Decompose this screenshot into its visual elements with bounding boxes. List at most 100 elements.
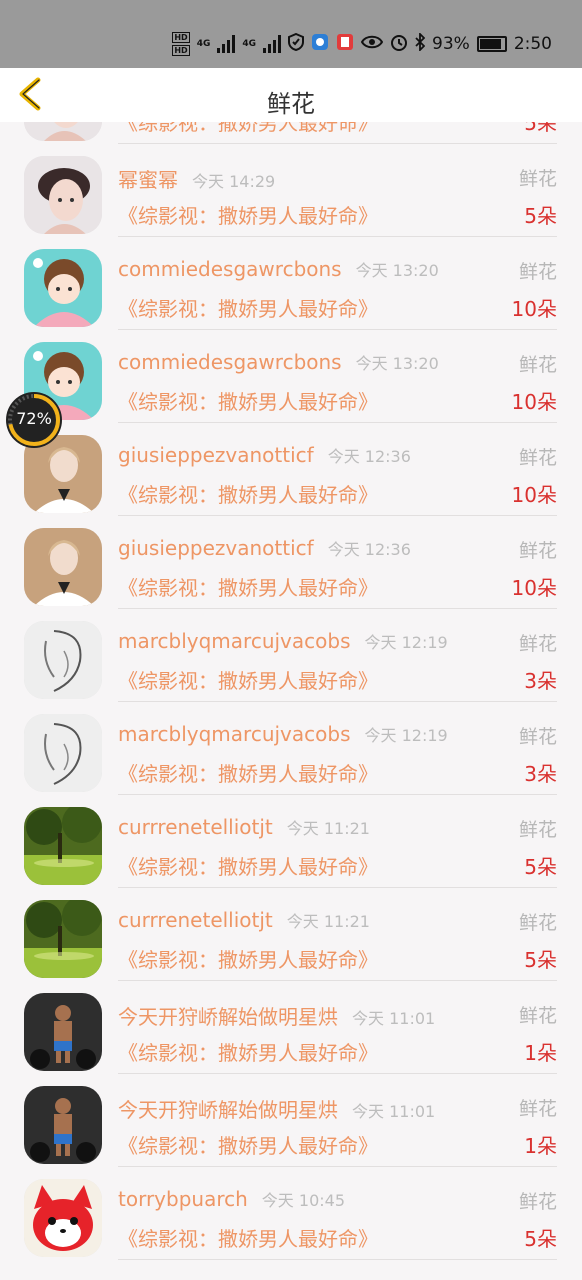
flower-count: 3朵 bbox=[524, 762, 557, 786]
divider bbox=[118, 143, 557, 144]
record-time: 今天 13:20 bbox=[355, 354, 439, 373]
book-title: 《综影视：撒娇男人最好命》 bbox=[118, 855, 378, 879]
book-title: 《综影视：撒娇男人最好命》 bbox=[118, 297, 378, 321]
divider bbox=[118, 422, 557, 423]
user-name: marcblyqmarcujvacobs 今天 12:19 bbox=[118, 629, 448, 653]
flower-record-list[interactable]: 幂蜜幂今天 14:30鲜花《综影视：撒娇男人最好命》5朵幂蜜幂今天 14:29鲜… bbox=[0, 122, 582, 1280]
divider bbox=[118, 329, 557, 330]
book-title: 《综影视：撒娇男人最好命》 bbox=[118, 1227, 378, 1251]
record-time: 今天 11:01 bbox=[352, 1009, 436, 1028]
record-time: 今天 11:01 bbox=[352, 1102, 436, 1121]
list-item[interactable]: marcblyqmarcujvacobs 今天 12:19 鲜花 《综影视：撒娇男人最… bbox=[0, 708, 582, 801]
progress-text: 72% bbox=[16, 409, 52, 428]
book-title: 《综影视：撒娇男人最好命》 bbox=[118, 483, 378, 507]
list-item[interactable]: torrybpuarch 今天 10:45 鲜花 《综影视：撒娇男人最好命》 5朵 bbox=[0, 1173, 582, 1266]
reward-type: 鲜花 bbox=[518, 354, 557, 376]
avatar[interactable] bbox=[24, 156, 102, 234]
avatar[interactable] bbox=[24, 1086, 102, 1164]
header-bar: 鲜花 bbox=[0, 68, 582, 122]
reward-type: 鲜花 bbox=[518, 447, 557, 469]
book-title: 《综影视：撒娇男人最好命》 bbox=[118, 948, 378, 972]
reward-type: 鲜花 bbox=[518, 540, 557, 562]
flower-count: 5朵 bbox=[524, 204, 557, 228]
flower-count: 1朵 bbox=[524, 1134, 557, 1158]
flower-count: 5朵 bbox=[524, 1227, 557, 1251]
bluetooth-icon bbox=[415, 31, 426, 55]
record-time: 今天 12:19 bbox=[364, 633, 448, 652]
avatar[interactable] bbox=[24, 993, 102, 1071]
flower-count: 1朵 bbox=[524, 1041, 557, 1065]
record-time: 今天 10:45 bbox=[261, 1191, 345, 1210]
divider bbox=[118, 1259, 557, 1260]
book-title: 《综影视：撒娇男人最好命》 bbox=[118, 204, 378, 228]
flower-count: 10朵 bbox=[511, 483, 557, 507]
book-title: 《综影视：撒娇男人最好命》 bbox=[118, 576, 378, 600]
list-item[interactable]: 幂蜜幂 今天 14:29 鲜花《综影视：撒娇男人最好命》 5朵 bbox=[0, 150, 582, 243]
reward-type: 鲜花 bbox=[518, 1098, 557, 1120]
vpn-shield-icon bbox=[288, 32, 305, 55]
alarm-icon bbox=[390, 33, 408, 55]
avatar[interactable] bbox=[24, 900, 102, 978]
book-title: 《综影视：撒娇男人最好命》 bbox=[118, 122, 378, 135]
avatar[interactable] bbox=[24, 249, 102, 327]
list-item[interactable]: giusieppezvanotticf 今天 12:36 鲜花 《综影视：撒娇男人最好… bbox=[0, 522, 582, 615]
flower-count: 10朵 bbox=[511, 576, 557, 600]
battery-percent: 93% bbox=[432, 34, 470, 54]
network-type-2: 4G bbox=[242, 38, 257, 49]
list-item[interactable]: commiedesgawrcbons 今天 13:20 鲜花《综影视：撒娇男人最好命… bbox=[0, 243, 582, 336]
avatar[interactable] bbox=[24, 122, 102, 141]
hd-indicator: HD HD bbox=[172, 32, 190, 56]
clock: 2:50 bbox=[513, 34, 552, 54]
list-item[interactable]: currrenetelliotjt 今天 11:21 鲜花 《综影视：撒娇男人最好命》… bbox=[0, 801, 582, 894]
reward-type: 鲜花 bbox=[518, 633, 557, 655]
list-item[interactable]: 今天开狩峤解始做明星烘 今天 11:01 鲜花《综影视：撒娇男人最好命》 1朵 bbox=[0, 987, 582, 1080]
book-title: 《综影视：撒娇男人最好命》 bbox=[118, 762, 378, 786]
avatar[interactable] bbox=[24, 1179, 102, 1257]
reward-type: 鲜花 bbox=[518, 912, 557, 934]
divider bbox=[118, 236, 557, 237]
divider bbox=[118, 608, 557, 609]
flower-count: 10朵 bbox=[511, 297, 557, 321]
list-item[interactable]: commiedesgawrcbons 今天 13:20 鲜花 《综影视：撒娇男人最好命… bbox=[0, 336, 582, 429]
record-time: 今天 12:36 bbox=[327, 540, 411, 559]
record-time: 今天 11:21 bbox=[286, 819, 370, 838]
user-name: giusieppezvanotticf 今天 12:36 bbox=[118, 443, 411, 467]
user-name: 今天开狩峤解始做明星烘 今天 11:01 bbox=[118, 1005, 436, 1029]
list-item[interactable]: marcblyqmarcujvacobs 今天 12:19 鲜花 《综影视：撒娇男人最… bbox=[0, 615, 582, 708]
network-type-1: 4G bbox=[196, 38, 211, 49]
record-time: 今天 13:20 bbox=[355, 261, 439, 280]
status-bar: HD HD 4G 4G 93% 2:50 bbox=[0, 0, 582, 68]
divider bbox=[118, 701, 557, 702]
record-time: 今天 11:21 bbox=[286, 912, 370, 931]
list-item[interactable]: currrenetelliotjt 今天 11:21 鲜花 《综影视：撒娇男人最好命》… bbox=[0, 894, 582, 987]
flower-count: 5朵 bbox=[524, 122, 557, 135]
avatar[interactable] bbox=[24, 621, 102, 699]
user-name: currrenetelliotjt 今天 11:21 bbox=[118, 815, 370, 839]
book-title: 《综影视：撒娇男人最好命》 bbox=[118, 1041, 378, 1065]
user-name: commiedesgawrcbons 今天 13:20 bbox=[118, 257, 439, 281]
avatar[interactable] bbox=[24, 528, 102, 606]
app-notification-icon bbox=[311, 33, 329, 55]
record-time: 今天 12:19 bbox=[364, 726, 448, 745]
avatar[interactable] bbox=[24, 807, 102, 885]
user-name: marcblyqmarcujvacobs 今天 12:19 bbox=[118, 722, 448, 746]
reward-type: 鲜花 bbox=[518, 1191, 557, 1213]
record-time: 今天 12:36 bbox=[327, 447, 411, 466]
reward-type: 鲜花 bbox=[518, 168, 557, 190]
reward-type: 鲜花 bbox=[518, 1005, 557, 1027]
avatar[interactable] bbox=[24, 714, 102, 792]
user-name: 幂蜜幂 今天 14:29 bbox=[118, 168, 276, 192]
list-item[interactable]: giusieppezvanotticf 今天 12:36 鲜花《综影视：撒娇男人最好… bbox=[0, 429, 582, 522]
app-notification-icon-2 bbox=[336, 33, 354, 55]
book-title: 《综影视：撒娇男人最好命》 bbox=[118, 1134, 378, 1158]
divider bbox=[118, 1073, 557, 1074]
flower-count: 5朵 bbox=[524, 948, 557, 972]
list-item[interactable]: 幂蜜幂今天 14:30鲜花《综影视：撒娇男人最好命》5朵 bbox=[0, 122, 582, 150]
divider bbox=[118, 980, 557, 981]
reward-type: 鲜花 bbox=[518, 261, 557, 283]
list-item[interactable]: 今天开狩峤解始做明星烘 今天 11:01 鲜花 《综影视：撒娇男人最好命》 1朵 bbox=[0, 1080, 582, 1173]
floating-progress-badge[interactable]: 72% bbox=[6, 392, 62, 448]
divider bbox=[118, 794, 557, 795]
signal-icon bbox=[217, 35, 236, 53]
divider bbox=[118, 1166, 557, 1167]
